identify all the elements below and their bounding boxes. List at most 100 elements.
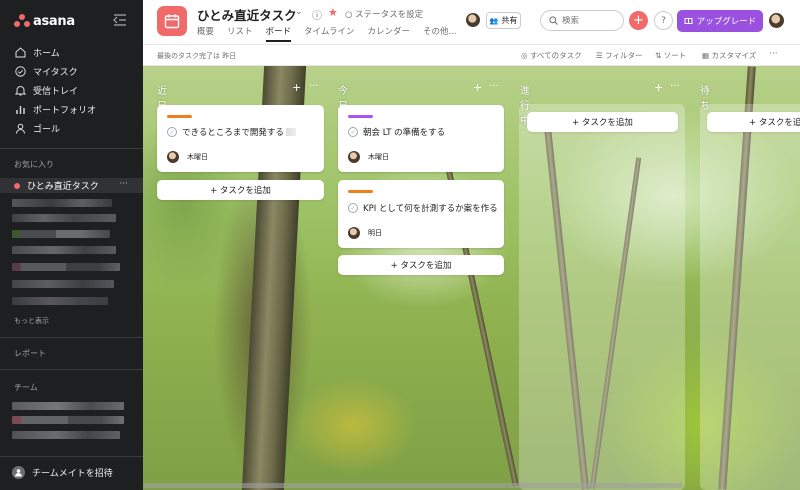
- customize-button[interactable]: ▦ カスタマイズ: [702, 50, 756, 61]
- divider: [0, 148, 143, 149]
- complete-checkbox-icon[interactable]: ✓: [348, 203, 358, 213]
- project-calendar-icon[interactable]: [157, 6, 187, 36]
- task-due: 明日: [348, 227, 382, 239]
- complete-checkbox-icon[interactable]: ✓: [167, 127, 177, 137]
- chevron-down-icon[interactable]: ⌄: [295, 7, 303, 17]
- blurred-team-item[interactable]: [12, 402, 124, 410]
- help-button[interactable]: ?: [654, 11, 673, 30]
- blurred-team-item[interactable]: [12, 431, 120, 439]
- assignee-avatar[interactable]: [167, 151, 179, 163]
- blurred-favorite-item[interactable]: [12, 297, 108, 305]
- complete-checkbox-icon[interactable]: ✓: [348, 127, 358, 137]
- reports-heading[interactable]: レポート: [14, 348, 46, 359]
- asana-logo-icon: [14, 14, 30, 28]
- task-title-row: ✓ できるところまで開発する: [167, 126, 296, 138]
- filter-button[interactable]: ☰ フィルター: [596, 50, 642, 61]
- sidebar-item-portfolio[interactable]: ポートフォリオ: [14, 102, 96, 116]
- all-tasks-filter[interactable]: ◎ すべてのタスク: [521, 50, 582, 61]
- divider: [0, 337, 143, 338]
- bar-chart-icon: [14, 103, 26, 115]
- all-tasks-label: すべてのタスク: [529, 51, 582, 60]
- column-more-icon[interactable]: ···: [489, 81, 499, 92]
- sidebar-item-goals[interactable]: ゴール: [14, 121, 60, 135]
- add-task-button[interactable]: + タスクを追加: [338, 255, 504, 275]
- task-title-row: ✓ 朝会 LT の準備をする: [348, 126, 445, 138]
- tab-timeline[interactable]: タイムライン: [304, 25, 354, 42]
- project-title[interactable]: ひとみ直近タスク: [197, 5, 297, 24]
- task-card[interactable]: ✓ できるところまで開発する 木曜日: [157, 105, 324, 172]
- upgrade-button[interactable]: アップグレード: [677, 10, 763, 32]
- info-icon[interactable]: ⓘ: [312, 7, 322, 22]
- member-avatar[interactable]: [466, 13, 480, 27]
- blurred-favorite-item[interactable]: [12, 230, 110, 238]
- due-date: 明日: [368, 229, 382, 237]
- assignee-avatar[interactable]: [348, 151, 360, 163]
- sidebar-item-home[interactable]: ホーム: [14, 45, 60, 59]
- gift-icon: [684, 15, 693, 27]
- invite-teammates-button[interactable]: チームメイトを招待: [12, 466, 113, 479]
- project-color-dot: [14, 182, 20, 189]
- tab-more[interactable]: その他...: [423, 25, 457, 42]
- column-title[interactable]: 待ち: [700, 82, 710, 112]
- favorite-project-label: ひとみ直近タスク: [27, 182, 99, 192]
- divider: [0, 456, 143, 457]
- add-task-plus-icon[interactable]: +: [473, 81, 482, 94]
- star-icon[interactable]: ★: [328, 6, 338, 19]
- tab-board[interactable]: ボード: [265, 25, 292, 42]
- task-color-tag: [348, 190, 373, 193]
- invite-icon: [12, 466, 25, 479]
- search-input[interactable]: [562, 15, 618, 26]
- bell-icon: [14, 84, 26, 96]
- column-drop-area: [700, 104, 800, 490]
- task-card[interactable]: ✓ KPI として何を計測するか案を作る 明日: [338, 180, 504, 248]
- add-task-button[interactable]: + タスクを追加: [707, 112, 800, 132]
- sidebar-item-my-tasks[interactable]: マイタスク: [14, 64, 78, 78]
- due-date: 木曜日: [368, 153, 389, 161]
- search-icon: [549, 16, 558, 25]
- task-card[interactable]: ✓ 朝会 LT の準備をする 木曜日: [338, 105, 504, 172]
- blurred-favorite-item[interactable]: [12, 214, 116, 222]
- favorites-heading: お気に入り: [14, 160, 54, 169]
- blurred-team-item[interactable]: [12, 416, 124, 424]
- logo-text: asana: [33, 13, 75, 29]
- add-task-button[interactable]: + タスクを追加: [527, 112, 678, 132]
- asana-logo[interactable]: asana: [14, 12, 75, 30]
- sidebar-item-inbox[interactable]: 受信トレイ: [14, 83, 78, 97]
- more-options-icon[interactable]: ···: [769, 49, 778, 59]
- add-task-plus-icon[interactable]: +: [292, 81, 301, 94]
- quick-add-button[interactable]: +: [629, 11, 648, 30]
- blurred-favorite-item[interactable]: [12, 246, 116, 254]
- board-area: 近日やる + ··· ✓ できるところまで開発する 木曜日 + タスクを追加 今…: [143, 66, 800, 490]
- blurred-favorite-item[interactable]: [12, 199, 112, 207]
- plus-icon: +: [633, 13, 644, 28]
- tab-calendar[interactable]: カレンダー: [367, 25, 410, 42]
- show-more-link[interactable]: もっと表示: [14, 316, 49, 326]
- share-button[interactable]: 👥 共有: [486, 12, 521, 29]
- tab-overview[interactable]: 概要: [197, 25, 214, 42]
- more-options-icon[interactable]: ···: [119, 179, 128, 189]
- horizontal-scrollbar[interactable]: [143, 483, 683, 488]
- add-task-button[interactable]: + タスクを追加: [157, 180, 324, 200]
- check-circle-icon: [14, 65, 26, 77]
- add-task-plus-icon[interactable]: +: [654, 81, 663, 94]
- blurred-favorite-item[interactable]: [12, 280, 114, 288]
- teams-heading: チーム: [14, 383, 38, 392]
- search-box[interactable]: [540, 10, 624, 31]
- task-due: 木曜日: [167, 151, 208, 163]
- column-more-icon[interactable]: ···: [309, 81, 319, 92]
- sort-label: ソート: [663, 51, 687, 60]
- column-more-icon[interactable]: ···: [670, 81, 680, 92]
- sidebar-item-label: ポートフォリオ: [33, 105, 97, 116]
- people-icon: 👥: [489, 16, 499, 25]
- user-avatar[interactable]: [769, 13, 784, 28]
- favorite-project-item[interactable]: ひとみ直近タスク ···: [0, 178, 143, 193]
- share-label: 共有: [501, 16, 518, 25]
- collapse-sidebar-icon[interactable]: [113, 14, 129, 28]
- tab-list[interactable]: リスト: [227, 25, 253, 42]
- upgrade-label: アップグレード: [696, 17, 757, 27]
- person-icon: [14, 122, 26, 134]
- sort-button[interactable]: ⇅ ソート: [655, 50, 686, 61]
- set-status-button[interactable]: ○ ステータスを設定: [345, 8, 423, 20]
- assignee-avatar[interactable]: [348, 227, 360, 239]
- blurred-favorite-item[interactable]: [12, 263, 120, 271]
